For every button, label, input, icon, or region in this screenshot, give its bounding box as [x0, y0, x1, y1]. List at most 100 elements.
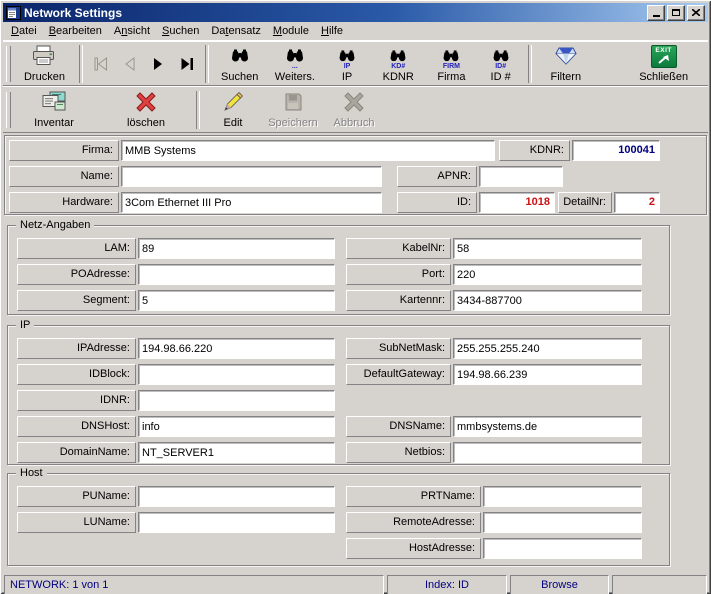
- segment-label: Segment:: [17, 290, 136, 311]
- search-ip-button[interactable]: IP IP: [323, 44, 370, 84]
- group-ip-legend: IP: [16, 319, 35, 332]
- apnr-input[interactable]: [479, 166, 563, 187]
- menu-hilfe[interactable]: Hilfe: [315, 23, 349, 39]
- hostadresse-input[interactable]: [483, 538, 642, 559]
- toolbar-grip[interactable]: [6, 91, 11, 128]
- idblock-label: IDBlock:: [17, 364, 136, 385]
- detailnr-value[interactable]: 2: [614, 192, 660, 213]
- subnetmask-input[interactable]: [453, 338, 642, 359]
- idnr-input[interactable]: [138, 390, 335, 411]
- group-ip: IP IPAdresse: IDBlock: IDNR: DNSHost: Do…: [7, 319, 670, 465]
- app-window: Network Settings Datei Bearbeiten Ansich…: [0, 0, 711, 594]
- nav-next-button[interactable]: [144, 50, 173, 77]
- search-firma-button[interactable]: FIRM Firma: [426, 44, 477, 84]
- inventory-button[interactable]: Inventar: [14, 90, 94, 130]
- firma-input[interactable]: [121, 140, 495, 161]
- menu-suchen[interactable]: Suchen: [156, 23, 205, 39]
- field-row: DNSHost:: [17, 416, 335, 437]
- dnsname-label: DNSName:: [346, 416, 451, 437]
- nav-first-icon: [94, 56, 108, 71]
- close-button[interactable]: [687, 4, 705, 21]
- search-kdnr-button[interactable]: KD# KDNR: [371, 44, 426, 84]
- status-index-panel: Index: ID: [387, 575, 507, 594]
- hostadresse-label: HostAdresse:: [346, 538, 481, 559]
- detailnr-label: DetailNr:: [558, 192, 612, 213]
- status-mode-panel: Browse: [510, 575, 609, 594]
- printer-icon: [31, 45, 57, 68]
- field-row: PUName:: [17, 486, 335, 507]
- kdnr-label: KDNR:: [499, 140, 570, 161]
- netbios-input[interactable]: [453, 442, 642, 463]
- field-row: KabelNr:: [346, 238, 642, 259]
- field-row: Netbios:: [346, 442, 642, 463]
- exit-icon: EXIT: [650, 44, 677, 68]
- puname-input[interactable]: [138, 486, 335, 507]
- minimize-icon: [652, 15, 660, 17]
- apnr-label: APNR:: [397, 166, 477, 187]
- close-app-button[interactable]: EXIT Schließen: [621, 44, 706, 84]
- toolbar-separator: [528, 44, 533, 83]
- toolbar-grip[interactable]: [6, 45, 11, 82]
- domainname-input[interactable]: [138, 442, 335, 463]
- menu-module[interactable]: Module: [267, 23, 315, 39]
- field-row: LUName:: [17, 512, 335, 533]
- cancel-button[interactable]: Abbruch: [324, 90, 384, 130]
- titlebar[interactable]: Network Settings: [3, 3, 708, 22]
- id-label: ID:: [397, 192, 477, 213]
- save-button[interactable]: Speichern: [262, 90, 324, 130]
- hardware-input[interactable]: [121, 192, 382, 213]
- dnsname-input[interactable]: [453, 416, 642, 437]
- search-more-button[interactable]: ... Weiters.: [266, 44, 323, 84]
- id-value[interactable]: 1018: [479, 192, 555, 213]
- nav-last-button[interactable]: [173, 50, 202, 77]
- field-row: Segment:: [17, 290, 335, 311]
- kartennr-input[interactable]: [453, 290, 642, 311]
- filter-button[interactable]: Filtern: [536, 44, 595, 84]
- luname-input[interactable]: [138, 512, 335, 533]
- print-button[interactable]: Drucken: [14, 44, 75, 84]
- field-row: Port:: [346, 264, 642, 285]
- remoteadresse-label: RemoteAdresse:: [346, 512, 481, 533]
- prtname-input[interactable]: [483, 486, 642, 507]
- group-netz-legend: Netz-Angaben: [16, 219, 95, 232]
- ipadresse-input[interactable]: [138, 338, 335, 359]
- menu-datei[interactable]: Datei: [5, 23, 43, 39]
- lam-input[interactable]: [138, 238, 335, 259]
- field-row: SubNetMask:: [346, 338, 642, 359]
- search-id-button[interactable]: ID# ID #: [477, 44, 524, 84]
- defaultgateway-input[interactable]: [453, 364, 642, 385]
- idblock-input[interactable]: [138, 364, 335, 385]
- dnshost-input[interactable]: [138, 416, 335, 437]
- edit-button[interactable]: Edit: [204, 90, 262, 130]
- nav-previous-button[interactable]: [116, 50, 145, 77]
- port-input[interactable]: [453, 264, 642, 285]
- segment-input[interactable]: [138, 290, 335, 311]
- menu-bearbeiten[interactable]: Bearbeiten: [43, 23, 108, 39]
- kabelnr-input[interactable]: [453, 238, 642, 259]
- maximize-button[interactable]: [667, 4, 685, 21]
- domainname-label: DomainName:: [17, 442, 136, 463]
- menu-datensatz[interactable]: Datensatz: [205, 23, 267, 39]
- minimize-button[interactable]: [647, 4, 665, 21]
- name-input[interactable]: [121, 166, 382, 187]
- defaultgateway-label: DefaultGateway:: [346, 364, 451, 385]
- prtname-label: PRTName:: [346, 486, 481, 507]
- window-title: Network Settings: [24, 5, 123, 20]
- kartennr-label: Kartennr:: [346, 290, 451, 311]
- field-row: LAM:: [17, 238, 335, 259]
- toolbar-separator: [79, 44, 83, 83]
- maximize-icon: [672, 9, 680, 16]
- menubar: Datei Bearbeiten Ansicht Suchen Datensat…: [3, 22, 708, 41]
- poadresse-input[interactable]: [138, 264, 335, 285]
- nav-first-button[interactable]: [87, 50, 116, 77]
- remoteadresse-input[interactable]: [483, 512, 642, 533]
- search-button[interactable]: Suchen: [213, 44, 266, 84]
- delete-button[interactable]: löschen: [106, 90, 186, 130]
- menu-ansicht[interactable]: Ansicht: [108, 23, 156, 39]
- cancel-x-icon: [343, 91, 365, 114]
- toolbar-separator: [205, 44, 210, 83]
- statusbar: NETWORK: 1 von 1 Index: ID Browse: [4, 575, 707, 594]
- field-row: POAdresse:: [17, 264, 335, 285]
- field-row: Kartennr:: [346, 290, 642, 311]
- kdnr-value[interactable]: 100041: [572, 140, 660, 161]
